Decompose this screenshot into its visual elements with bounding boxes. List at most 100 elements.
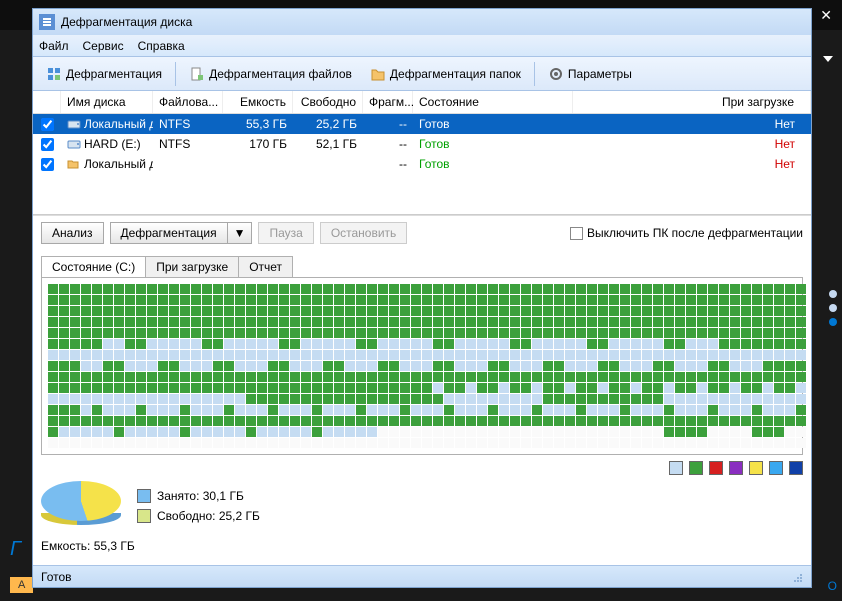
app-window: Дефрагментация диска Файл Сервис Справка… bbox=[32, 8, 812, 588]
legend-used: Занято: 30,1 ГБ bbox=[137, 489, 260, 503]
tb-defrag-button[interactable]: Дефрагментация bbox=[39, 61, 169, 87]
col-fs[interactable]: Файлова... bbox=[153, 91, 223, 113]
row-checkbox[interactable] bbox=[41, 118, 54, 131]
capacity-line: Емкость: 55,3 ГБ bbox=[41, 539, 803, 553]
tab-boot[interactable]: При загрузке bbox=[145, 256, 239, 277]
col-state[interactable]: Состояние bbox=[413, 91, 573, 113]
tab-report[interactable]: Отчет bbox=[238, 256, 293, 277]
disk-boot: Нет bbox=[573, 135, 811, 153]
disk-free: 52,1 ГБ bbox=[293, 135, 363, 153]
fragmentation-map bbox=[48, 284, 808, 448]
col-name[interactable]: Имя диска bbox=[61, 91, 153, 113]
defrag-icon bbox=[46, 66, 62, 82]
tb-params-label: Параметры bbox=[568, 67, 632, 81]
table-row[interactable]: Локальный д... --ГотовНет bbox=[33, 154, 811, 174]
menu-help[interactable]: Справка bbox=[138, 39, 185, 53]
col-capacity[interactable]: Емкость bbox=[223, 91, 293, 113]
legend-color-box bbox=[749, 461, 763, 475]
stop-button[interactable]: Остановить bbox=[320, 222, 408, 244]
bg-tray-item: А bbox=[10, 577, 33, 593]
menu-file[interactable]: Файл bbox=[39, 39, 69, 53]
legend-used-color bbox=[137, 489, 151, 503]
legend-color-box bbox=[729, 461, 743, 475]
drive-icon bbox=[67, 137, 81, 151]
menu-service[interactable]: Сервис bbox=[83, 39, 124, 53]
legend-free-label: Свободно: 25,2 ГБ bbox=[157, 509, 260, 523]
disk-capacity: 170 ГБ bbox=[223, 135, 293, 153]
bg-close-icon[interactable]: ✕ bbox=[820, 7, 832, 24]
shutdown-label-text: Выключить ПК после дефрагментации bbox=[587, 226, 803, 240]
legend-used-label: Занято: 30,1 ГБ bbox=[157, 489, 244, 503]
defrag-button[interactable]: Дефрагментация ▼ bbox=[110, 222, 253, 244]
legend-color-box bbox=[669, 461, 683, 475]
analyze-button[interactable]: Анализ bbox=[41, 222, 104, 244]
row-checkbox[interactable] bbox=[41, 158, 54, 171]
status-text: Готов bbox=[41, 570, 72, 584]
bg-chevron-icon[interactable] bbox=[819, 50, 837, 68]
disk-name: Локальный д... bbox=[84, 117, 153, 131]
disk-name: HARD (E:) bbox=[84, 137, 141, 151]
disk-state: Готов bbox=[413, 135, 573, 153]
resize-grip-icon[interactable] bbox=[791, 571, 803, 583]
bg-tray-right: О bbox=[828, 579, 837, 593]
gear-icon bbox=[548, 66, 564, 82]
legend-color-box bbox=[789, 461, 803, 475]
folder-icon bbox=[67, 157, 81, 171]
disk-frag: -- bbox=[363, 115, 413, 133]
disk-boot: Нет bbox=[573, 155, 811, 173]
col-boot[interactable]: При загрузке bbox=[573, 91, 811, 113]
summary-section: Занято: 30,1 ГБ Свободно: 25,2 ГБ bbox=[41, 481, 803, 531]
shutdown-checkbox-label[interactable]: Выключить ПК после дефрагментации bbox=[570, 226, 803, 240]
disk-table: Имя диска Файлова... Емкость Свободно Фр… bbox=[33, 91, 811, 215]
statusbar: Готов bbox=[33, 565, 811, 587]
toolbar: Дефрагментация Дефрагментация файлов Деф… bbox=[33, 57, 811, 91]
tabs: Состояние (C:) При загрузке Отчет bbox=[41, 256, 803, 277]
disk-fs bbox=[153, 162, 223, 166]
disk-boot: Нет bbox=[573, 115, 811, 133]
tb-defrag-files-button[interactable]: Дефрагментация файлов bbox=[182, 61, 359, 87]
drive-icon bbox=[67, 117, 81, 131]
disk-fs: NTFS bbox=[153, 115, 223, 133]
tb-defrag-folders-button[interactable]: Дефрагментация папок bbox=[363, 61, 528, 87]
col-free[interactable]: Свободно bbox=[293, 91, 363, 113]
disk-frag: -- bbox=[363, 135, 413, 153]
disk-capacity: 55,3 ГБ bbox=[223, 115, 293, 133]
legend-color-box bbox=[709, 461, 723, 475]
pause-button[interactable]: Пауза bbox=[258, 222, 313, 244]
disk-frag: -- bbox=[363, 155, 413, 173]
disk-state: Готов bbox=[413, 155, 573, 173]
menubar: Файл Сервис Справка bbox=[33, 35, 811, 57]
defrag-files-icon bbox=[189, 66, 205, 82]
map-legend bbox=[33, 461, 803, 475]
tab-state[interactable]: Состояние (C:) bbox=[41, 256, 146, 277]
tb-defrag-folders-label: Дефрагментация папок bbox=[390, 67, 521, 81]
legend-color-box bbox=[689, 461, 703, 475]
disk-free: 25,2 ГБ bbox=[293, 115, 363, 133]
defrag-button-main[interactable]: Дефрагментация bbox=[111, 223, 228, 243]
shutdown-checkbox[interactable] bbox=[570, 227, 583, 240]
tab-panel bbox=[41, 277, 803, 455]
side-indicator bbox=[829, 290, 837, 326]
legend-free-color bbox=[137, 509, 151, 523]
action-bar: Анализ Дефрагментация ▼ Пауза Остановить… bbox=[33, 215, 811, 250]
disk-free bbox=[293, 162, 363, 166]
col-frag[interactable]: Фрагм... bbox=[363, 91, 413, 113]
app-icon bbox=[39, 14, 55, 30]
disk-fs: NTFS bbox=[153, 135, 223, 153]
disk-name: Локальный д... bbox=[84, 157, 153, 171]
defrag-button-dropdown[interactable]: ▼ bbox=[228, 223, 252, 243]
table-row[interactable]: Локальный д...NTFS55,3 ГБ25,2 ГБ--ГотовН… bbox=[33, 114, 811, 134]
row-checkbox[interactable] bbox=[41, 138, 54, 151]
tb-defrag-files-label: Дефрагментация файлов bbox=[209, 67, 352, 81]
defrag-folders-icon bbox=[370, 66, 386, 82]
bg-logo: Г bbox=[10, 538, 21, 561]
legend-color-box bbox=[769, 461, 783, 475]
tb-defrag-label: Дефрагментация bbox=[66, 67, 162, 81]
tb-params-button[interactable]: Параметры bbox=[541, 61, 639, 87]
table-row[interactable]: HARD (E:) NTFS170 ГБ52,1 ГБ--ГотовНет bbox=[33, 134, 811, 154]
pie-chart bbox=[41, 481, 121, 531]
legend-free: Свободно: 25,2 ГБ bbox=[137, 509, 260, 523]
disk-capacity bbox=[223, 162, 293, 166]
disk-header: Имя диска Файлова... Емкость Свободно Фр… bbox=[33, 91, 811, 114]
window-title: Дефрагментация диска bbox=[61, 15, 192, 29]
